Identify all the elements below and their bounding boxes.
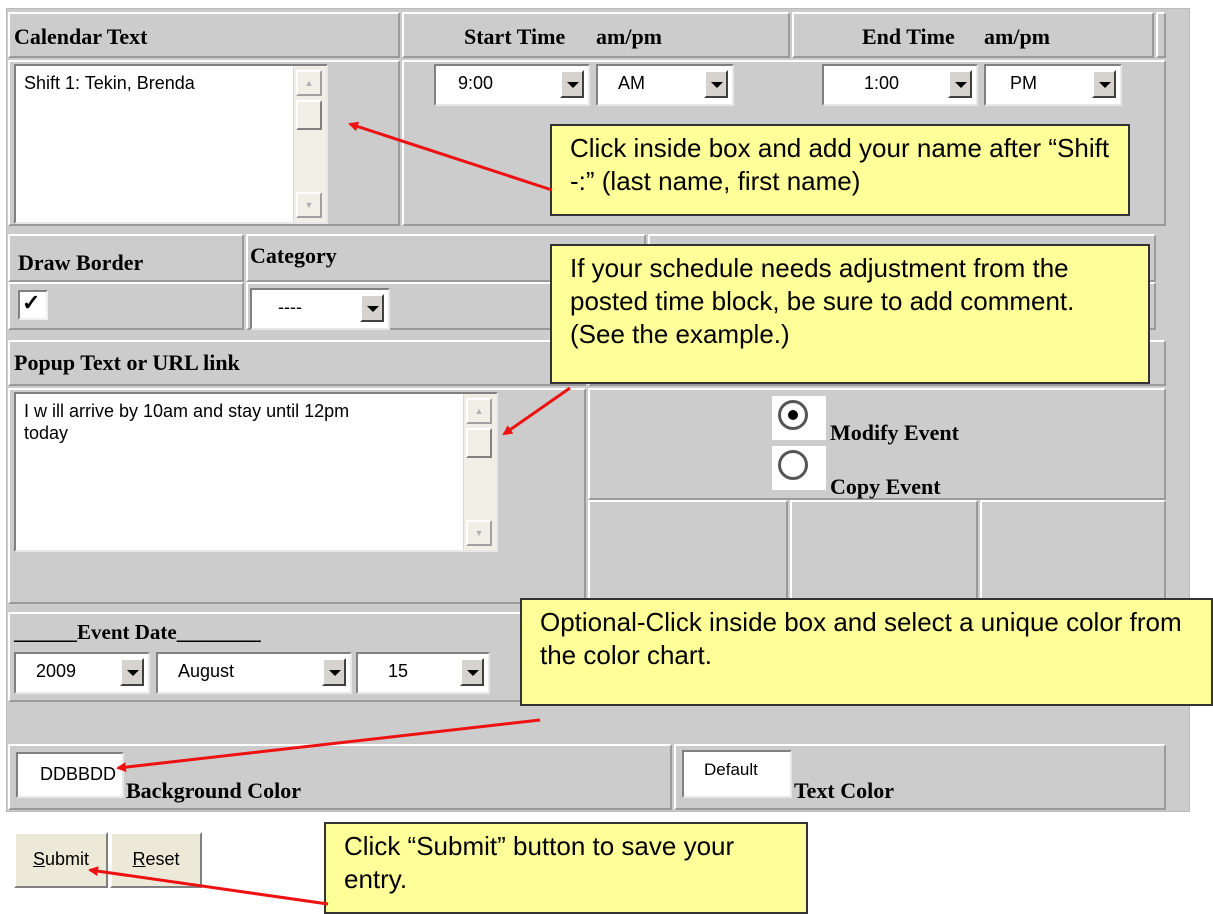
- arrow-to-calendar-text: [348, 121, 553, 192]
- arrow-to-background-color: [116, 718, 541, 773]
- arrow-to-popup-text: [502, 386, 571, 436]
- arrow-to-submit: [88, 866, 329, 906]
- annotation-arrows: [88, 121, 571, 906]
